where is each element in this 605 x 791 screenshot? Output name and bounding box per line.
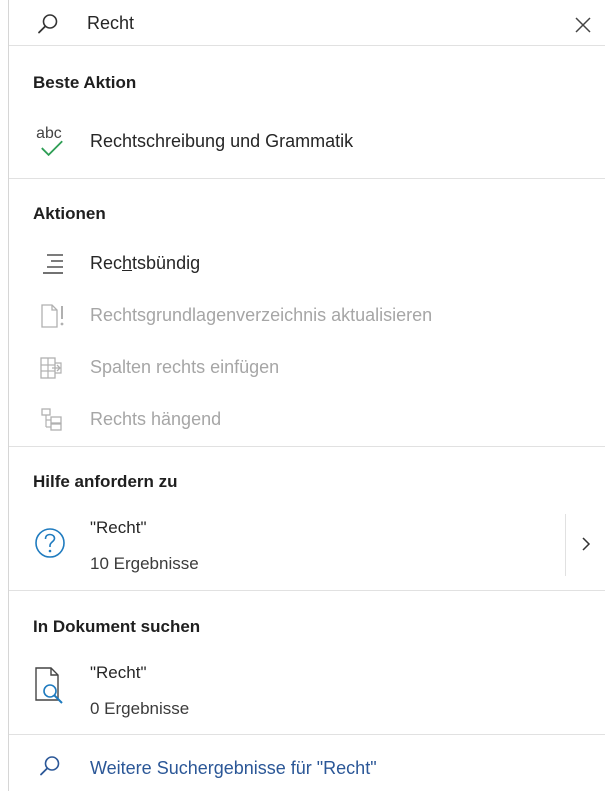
spelling-grammar-icon: abc: [36, 125, 63, 156]
chevron-separator: [565, 514, 566, 576]
best-action-header: Beste Aktion: [33, 73, 137, 92]
action-label-insert-column-right: Spalten rechts einfügen: [90, 357, 280, 377]
help-icon: [35, 528, 65, 558]
help-header: Hilfe anfordern zu: [33, 472, 178, 491]
chevron-right-icon[interactable]: [579, 535, 593, 553]
search-icon: [40, 756, 60, 776]
org-chart-right-hanging-icon: [41, 408, 62, 431]
search-panel: Beste Aktion abc Rechtschreibung und Gra…: [9, 0, 605, 791]
action-item-right-hanging[interactable]: Rechts hängend: [9, 396, 605, 444]
document-search-count: 0 Ergebnisse: [90, 699, 190, 718]
action-label-align-right: Rechtsbündig: [90, 253, 200, 274]
more-search-results-link[interactable]: Weitere Suchergebnisse für "Recht": [90, 758, 377, 779]
action-item-update-index[interactable]: Rechtsgrundlagenverzeichnis aktualisiere…: [9, 292, 605, 340]
divider: [9, 734, 605, 735]
help-result-count: 10 Ergebnisse: [90, 554, 199, 573]
search-dropdown-window: Beste Aktion abc Rechtschreibung und Gra…: [0, 0, 605, 791]
label-part: tsbündig: [132, 253, 201, 273]
help-result-title: "Recht": [90, 518, 147, 537]
document-update-icon: [41, 304, 64, 328]
action-label-right-hanging: Rechts hängend: [90, 409, 222, 429]
search-bar: [9, 0, 605, 46]
document-search-icon: [35, 667, 63, 704]
best-action-label: Rechtschreibung und Grammatik: [90, 131, 354, 151]
align-right-icon: [43, 254, 63, 274]
document-search-title: "Recht": [90, 663, 147, 682]
insert-column-right-icon: [40, 357, 62, 379]
close-icon[interactable]: [574, 16, 592, 34]
divider: [9, 446, 605, 447]
best-action-item[interactable]: abc Rechtschreibung und Grammatik: [9, 118, 605, 166]
divider: [9, 590, 605, 591]
label-part: Rec: [90, 253, 123, 273]
actions-header: Aktionen: [33, 204, 106, 223]
search-icon: [38, 14, 58, 34]
divider: [9, 178, 605, 179]
access-key-letter: h: [122, 253, 133, 273]
search-input[interactable]: [87, 8, 527, 38]
svg-text:abc: abc: [36, 125, 62, 142]
action-item-insert-column-right[interactable]: Spalten rechts einfügen: [9, 344, 605, 392]
action-label-update-index: Rechtsgrundlagenverzeichnis aktualisiere…: [90, 305, 433, 325]
action-item-align-right[interactable]: Rechtsbündig: [9, 240, 605, 288]
document-search-header: In Dokument suchen: [33, 617, 201, 636]
document-edge: [0, 0, 9, 791]
